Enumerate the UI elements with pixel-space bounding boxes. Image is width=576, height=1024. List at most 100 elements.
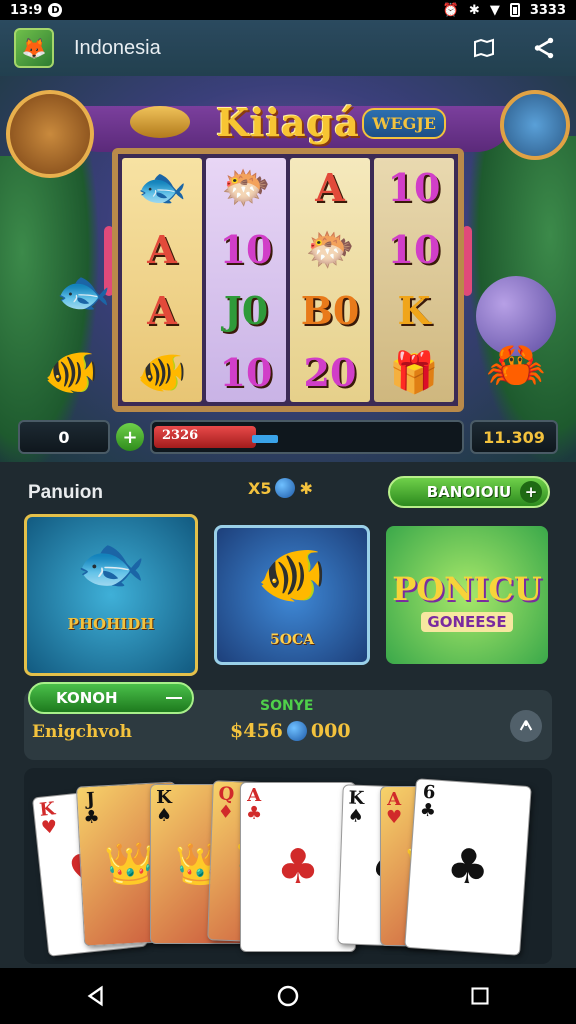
app-bar: 🦊 Indonesia [0,20,576,76]
status-right: ⏰ ✱ ▼ 3333 [443,3,566,18]
game-card-bonus[interactable]: PONICU GONEESE [386,526,548,664]
status-left: 13:9 D [10,2,63,18]
reel-symbol-icon: 🐡 [221,164,271,212]
reel-symbol: A [147,226,177,272]
pirate-character-icon: 🦀 [486,337,546,393]
share-icon[interactable] [510,710,542,742]
playing-card[interactable]: 6 ♣ ♣ [404,778,532,956]
game-card-fish-hunter[interactable]: 🐠 5OCA [214,525,370,665]
reel-symbol: A [147,288,177,334]
game-card-label: 5OCA [270,632,314,648]
app-title: Indonesia [74,36,161,59]
reel-symbol: 10 [219,349,273,395]
blue-fish-icon: 🐠 [44,347,99,398]
game-card-title: PONICU [392,570,542,608]
recents-icon[interactable] [460,976,500,1016]
card-corner: A ♥ [386,791,402,827]
section-title: Panuion [28,482,103,503]
promo-text: Enigchvoh [32,722,132,742]
card-suit: ♥ [386,807,403,828]
card-suit: ♠ [347,805,365,828]
chip-left: X5 [248,478,272,498]
app-logo-icon[interactable]: 🦊 [14,28,54,68]
card-corner: K ♥ [38,798,59,839]
game-card-row: 🐟 PHOHIDH 🐠 5OCA PONICU GONEESE [24,514,548,676]
card-suit-icon: ♣ [276,839,320,895]
reel-symbol: K [397,288,431,334]
card-corner: K ♠ [156,789,172,825]
reel-symbol-icon: 🐠 [137,348,187,396]
bluetooth-icon: ✱ [468,2,480,18]
balance-value: 11.309 [470,420,558,454]
reel-symbol-icon: 🎁 [389,348,439,396]
promo-toggle[interactable]: KONOH [28,682,194,714]
reel-symbol-icon: 🐟 [137,164,187,212]
promo-panel: KONOH Enigchvoh SONYE $456 000 [24,682,552,760]
map-icon[interactable] [466,30,502,66]
lower-panel: Panuion X5 ✱ BANOIOIU + 🐟 PHOHIDH 🐠 5OCA… [0,462,576,968]
win-progress-bar: 2326 [150,420,464,454]
section-header: Panuion X5 ✱ BANOIOIU + [28,476,550,510]
promo-amount-right: 000 [310,720,351,742]
reel-column: 🐡 10 J0 10 [206,158,286,402]
card-corner: J ♣ [82,789,101,829]
card-suit-icon: ♣ [444,837,492,897]
reel-column: 10 10 K 🎁 [374,158,454,402]
status-bar: 13:9 D ⏰ ✱ ▼ 3333 [0,0,576,20]
bet-bar: 0 + 2326 11.309 [18,418,558,456]
promo-subtitle: SONYE [260,698,314,714]
reel-frame[interactable]: 🐟 A A 🐠 🐡 10 J0 10 A 🐡 B0 20 10 10 K 🎁 [112,148,464,412]
share-icon[interactable] [526,30,562,66]
multiplier-chip: X5 ✱ [248,478,313,498]
reel-symbol-icon: 🐡 [305,225,355,273]
card-suit: ♣ [246,803,263,824]
card-suit: ♠ [156,805,173,826]
title-wing [130,106,190,138]
reel-symbol: J0 [223,288,269,334]
notification-badge: D [48,3,63,17]
fish-icon: 🐠 [257,543,327,608]
slot-badge: WEGJE [362,108,446,139]
card-corner: K ♠ [347,788,365,828]
battery-text: 3333 [529,2,566,18]
coin-icon [275,478,296,498]
reel-symbol: 20 [303,349,357,395]
home-icon[interactable] [268,976,308,1016]
reel-column: A 🐡 B0 20 [290,158,370,402]
card-suit: ♣ [419,799,437,822]
reel-symbol: 10 [387,165,441,211]
alarm-icon: ⏰ [442,2,459,18]
battery-icon [509,3,520,17]
chip-right: ✱ [299,478,313,498]
reel-symbol: 10 [387,226,441,272]
system-nav-bar [0,968,576,1024]
face-card-art-icon: 👑 [103,840,157,889]
card-corner: 6 ♣ [419,782,438,822]
card-suit: ♦ [217,801,235,824]
minus-icon [166,697,182,699]
slot-title-banner: Kiiagá WEGJE [130,92,446,152]
progress-marker [252,435,278,443]
fish-icon: 🐟 [76,532,146,597]
status-time: 13:9 [10,2,43,18]
promo-amount-left: $456 [230,720,283,742]
card-suit: ♣ [82,806,101,829]
progress-label: 2326 [162,428,199,443]
playing-cards-panel: K♥♥J♣👑K♠👑Q♦👑A♣♣K♠♠A♥👑6♣♣ [24,768,552,964]
card-corner: A ♣ [246,787,262,823]
section-action-button[interactable]: BANOIOIU + [388,476,550,508]
game-card-fishing[interactable]: 🐟 PHOHIDH [24,514,198,676]
wifi-icon: ▼ [489,2,500,18]
card-suit: ♥ [40,816,59,839]
emblem-right-icon [500,90,570,160]
game-card-subtitle: GONEESE [421,612,513,632]
reel-symbol: B0 [300,288,360,334]
coin-icon [286,721,307,741]
promo-pill-label: KONOH [56,689,118,707]
plus-icon: + [520,481,542,503]
bet-plus-button[interactable]: + [116,423,144,451]
back-icon[interactable] [76,976,116,1016]
reel-symbol: A [315,165,345,211]
green-fish-icon: 🐟 [56,267,111,318]
card-corner: Q ♦ [217,784,235,824]
